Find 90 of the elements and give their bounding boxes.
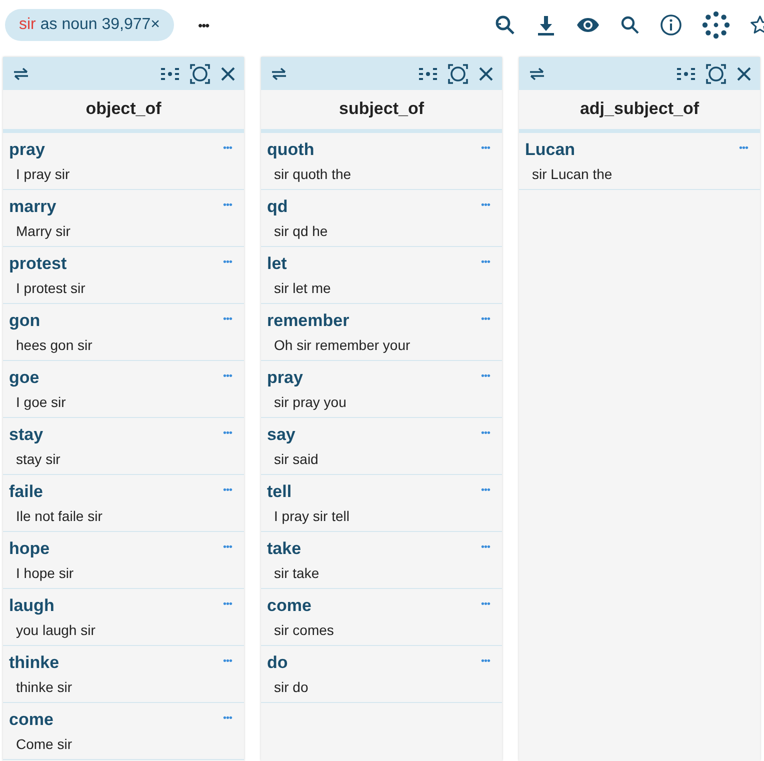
example-text: sir let me xyxy=(274,280,331,296)
column-title: object_of xyxy=(3,90,244,133)
dotted-lines-icon[interactable] xyxy=(676,66,696,82)
collocation-row[interactable]: faile Ile not faile sir ••• xyxy=(3,475,244,532)
collocation-row[interactable]: goe I goe sir ••• xyxy=(3,361,244,418)
column-title: adj_subject_of xyxy=(519,90,760,133)
close-icon[interactable] xyxy=(220,66,236,82)
collocation-row[interactable]: gon hees gon sir ••• xyxy=(3,304,244,361)
collocate-word: protest xyxy=(9,253,67,274)
collocate-word: come xyxy=(9,709,54,730)
collocation-row[interactable]: remember Oh sir remember your ••• xyxy=(261,304,502,361)
collocation-row[interactable]: thinke thinke sir ••• xyxy=(3,646,244,703)
more-menu[interactable]: ••• xyxy=(198,18,209,32)
example-text: sir comes xyxy=(274,622,334,638)
collocate-word: do xyxy=(267,652,288,673)
collocate-word: pray xyxy=(9,139,45,160)
example-text: Ile not faile sir xyxy=(16,508,102,524)
collocation-row[interactable]: say sir said ••• xyxy=(261,418,502,475)
example-text: sir quoth the xyxy=(274,166,352,182)
example-text: stay sir xyxy=(16,451,60,467)
example-text: sir qd he xyxy=(274,223,328,239)
collocation-row[interactable]: pray sir pray you ••• xyxy=(261,361,502,418)
collocation-row[interactable]: come Come sir ••• xyxy=(3,703,244,760)
example-text: sir take xyxy=(274,565,320,581)
example-text: I goe sir xyxy=(16,394,66,410)
focus-frame-icon[interactable] xyxy=(190,64,210,84)
collocate-word: stay xyxy=(9,424,44,445)
collocation-row[interactable]: quoth sir quoth the ••• xyxy=(261,133,502,190)
collocate-word: Lucan xyxy=(525,139,576,160)
example-text: sir Lucan the xyxy=(532,166,612,182)
collocation-row[interactable]: let sir let me ••• xyxy=(261,247,502,304)
query-chip[interactable]: sir as noun 39,977× xyxy=(5,9,174,41)
focus-frame-icon[interactable] xyxy=(706,64,726,84)
dot-circle-icon[interactable] xyxy=(702,11,730,39)
collocation-row[interactable]: marry Marry sir ••• xyxy=(3,190,244,247)
download-icon[interactable] xyxy=(536,14,556,36)
example-text: I pray sir xyxy=(16,166,70,182)
collocation-row[interactable]: protest I protest sir ••• xyxy=(3,247,244,304)
swap-arrows-icon[interactable] xyxy=(527,66,547,80)
reset-zoom-icon[interactable] xyxy=(494,14,516,36)
example-text: I pray sir tell xyxy=(274,508,350,524)
swap-arrows-icon[interactable] xyxy=(269,66,289,80)
example-text: sir do xyxy=(274,679,308,695)
collocate-word: remember xyxy=(267,310,350,331)
focus-frame-icon[interactable] xyxy=(448,64,468,84)
collocation-row[interactable]: come sir comes ••• xyxy=(261,589,502,646)
eye-icon[interactable] xyxy=(576,16,600,34)
example-text: sir pray you xyxy=(274,394,346,410)
example-text: I protest sir xyxy=(16,280,86,296)
example-text: sir said xyxy=(274,451,318,467)
collocate-word: goe xyxy=(9,367,40,388)
close-icon[interactable] xyxy=(478,66,494,82)
collocation-row[interactable]: do sir do ••• xyxy=(261,646,502,703)
collocate-word: thinke xyxy=(9,652,60,673)
collocate-word: let xyxy=(267,253,287,274)
swap-arrows-icon[interactable] xyxy=(11,66,31,80)
info-icon[interactable] xyxy=(660,14,682,36)
collocation-row[interactable]: hope I hope sir ••• xyxy=(3,532,244,589)
collocation-row[interactable]: laugh you laugh sir ••• xyxy=(3,589,244,646)
example-text: I hope sir xyxy=(16,565,74,581)
search-icon[interactable] xyxy=(620,15,640,35)
collocation-row[interactable]: qd sir qd he ••• xyxy=(261,190,502,247)
dotted-lines-icon[interactable] xyxy=(418,66,438,82)
dotted-lines-icon[interactable] xyxy=(160,66,180,82)
example-text: you laugh sir xyxy=(16,622,96,638)
collocate-word: hope xyxy=(9,538,50,559)
collocate-word: qd xyxy=(267,196,288,217)
column-title: subject_of xyxy=(261,90,502,133)
example-text: Oh sir remember your xyxy=(274,337,410,353)
collocation-row[interactable]: pray I pray sir ••• xyxy=(3,133,244,190)
collocate-word: gon xyxy=(9,310,40,331)
example-text: hees gon sir xyxy=(16,337,92,353)
collocation-row[interactable]: take sir take ••• xyxy=(261,532,502,589)
example-text: Come sir xyxy=(16,736,72,752)
collocate-word: laugh xyxy=(9,595,54,616)
collocate-word: take xyxy=(267,538,302,559)
example-text: thinke sir xyxy=(16,679,72,695)
collocation-row[interactable]: tell I pray sir tell ••• xyxy=(261,475,502,532)
collocate-word: pray xyxy=(267,367,303,388)
collocate-word: quoth xyxy=(267,139,314,160)
close-icon[interactable] xyxy=(736,66,752,82)
collocation-row[interactable]: Lucan sir Lucan the ••• xyxy=(519,133,760,190)
example-text: Marry sir xyxy=(16,223,70,239)
collocate-word: come xyxy=(267,595,312,616)
collocate-word: say xyxy=(267,424,296,445)
collocate-word: faile xyxy=(9,481,44,502)
collocate-word: tell xyxy=(267,481,292,502)
collocate-word: marry xyxy=(9,196,56,217)
star-icon[interactable] xyxy=(750,15,764,35)
collocation-row[interactable]: stay stay sir ••• xyxy=(3,418,244,475)
